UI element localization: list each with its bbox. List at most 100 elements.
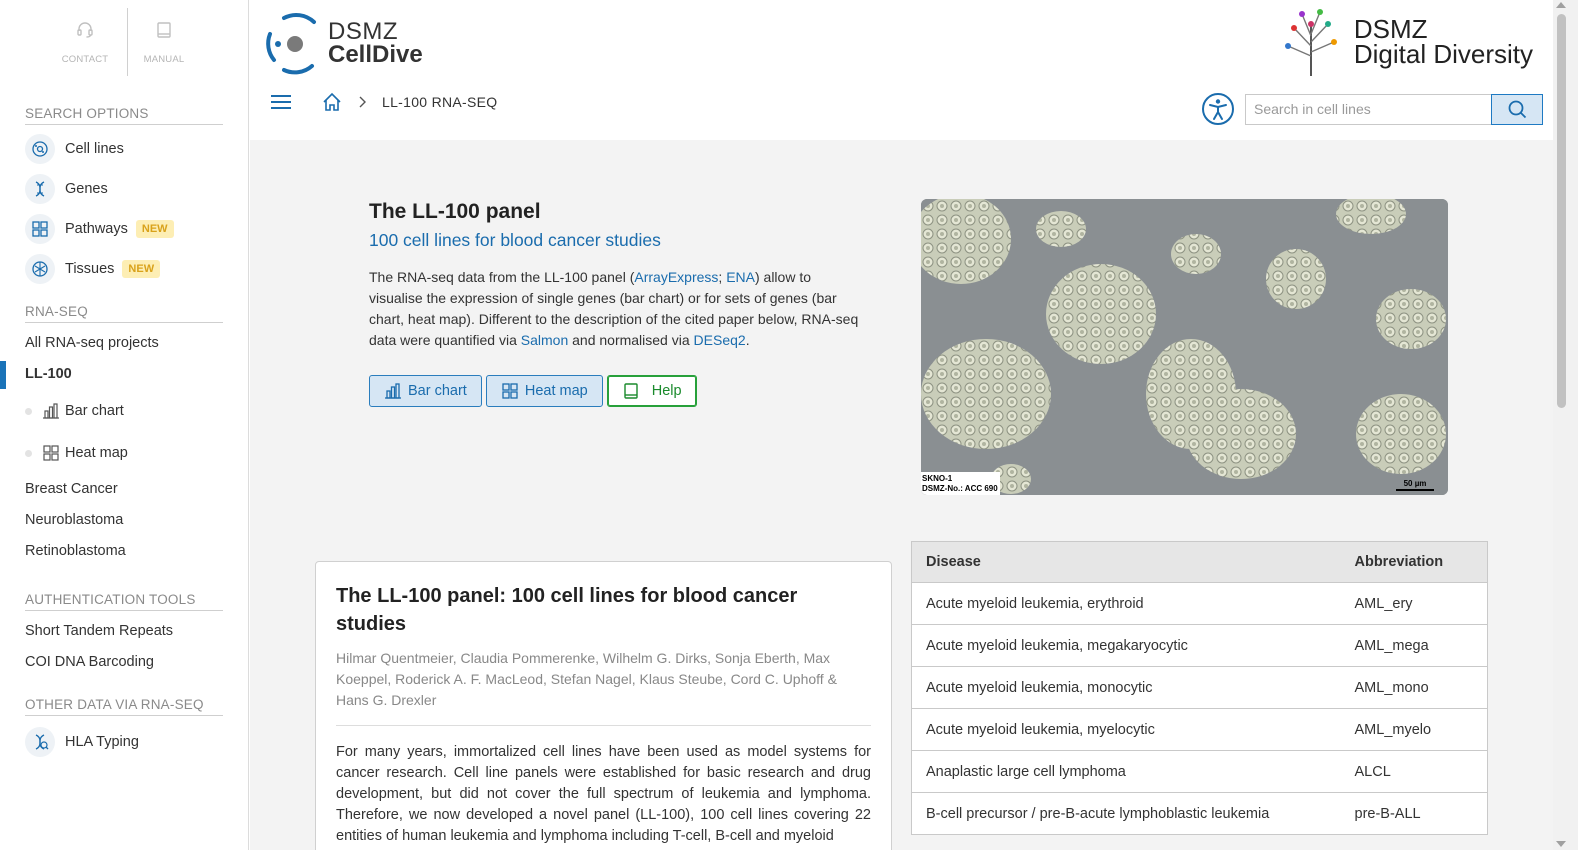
button-label: Heat map xyxy=(524,383,588,399)
top-links: CONTACT MANUAL xyxy=(0,8,248,76)
sidebar-subitem-heat-map[interactable]: Heat map xyxy=(0,432,248,474)
contact-link[interactable]: CONTACT xyxy=(43,8,128,76)
ena-link[interactable]: ENA xyxy=(726,269,755,285)
paper-authors: Hilmar Quentmeier, Claudia Pommerenke, W… xyxy=(336,648,871,726)
sidebar-item-tissues[interactable]: Tissues NEW xyxy=(0,249,248,289)
button-label: Help xyxy=(651,383,682,399)
scale-line xyxy=(1396,489,1434,491)
page-scrollbar[interactable] xyxy=(1553,0,1578,850)
bar-chart-button[interactable]: Bar chart xyxy=(369,375,482,407)
active-indicator xyxy=(0,361,6,389)
column-header-abbreviation[interactable]: Abbreviation xyxy=(1340,541,1488,583)
sidebar-item-ll100[interactable]: LL-100 xyxy=(0,359,248,390)
abbreviation-cell: ALCL xyxy=(1340,750,1488,793)
search-input[interactable] xyxy=(1245,93,1491,125)
column-header-disease[interactable]: Disease xyxy=(911,541,1341,583)
sidebar-item-all-rnaseq[interactable]: All RNA-seq projects xyxy=(0,328,248,359)
salmon-link[interactable]: Salmon xyxy=(521,332,568,348)
heat-map-icon xyxy=(502,383,518,399)
sidebar-item-label: Bar chart xyxy=(65,403,124,419)
scale-bar: 50 µm xyxy=(1396,479,1434,491)
digital-diversity-logo[interactable]: DSMZ Digital Diversity xyxy=(1276,6,1533,78)
breadcrumb-current: LL-100 RNA-SEQ xyxy=(382,94,498,110)
sidebar-subitem-bar-chart[interactable]: Bar chart xyxy=(0,390,248,432)
table-row: B-cell precursor / pre-B-acute lymphobla… xyxy=(911,792,1488,835)
table-row: Acute myeloid leukemia, megakaryocytic AM… xyxy=(911,624,1488,667)
table-row: Acute myeloid leukemia, erythroid AML_ery xyxy=(911,582,1488,625)
disease-cell: Acute myeloid leukemia, monocytic xyxy=(911,666,1341,709)
sidebar-item-coi[interactable]: COI DNA Barcoding xyxy=(0,647,248,678)
sidebar-item-cell-lines[interactable]: Cell lines xyxy=(0,129,248,169)
breadcrumb: LL-100 RNA-SEQ xyxy=(270,92,497,112)
headset-icon xyxy=(77,21,93,38)
sidebar-item-label: LL-100 xyxy=(25,366,72,382)
abbreviation-cell: pre-B-ALL xyxy=(1340,792,1488,835)
sidebar-item-label: HLA Typing xyxy=(65,734,139,750)
heat-map-icon xyxy=(43,445,59,461)
auth-heading: AUTHENTICATION TOOLS xyxy=(25,592,223,611)
scroll-up-icon[interactable] xyxy=(1556,2,1566,8)
caption-dsmz-no: DSMZ-No.: ACC 690 xyxy=(922,484,998,493)
deseq2-link[interactable]: DESeq2 xyxy=(694,332,746,348)
paper-card: The LL-100 panel: 100 cell lines for blo… xyxy=(315,561,892,850)
arrayexpress-link[interactable]: ArrayExpress xyxy=(634,269,718,285)
disease-table: Disease Abbreviation Acute myeloid leuke… xyxy=(911,541,1488,835)
search-button[interactable] xyxy=(1491,93,1543,125)
disease-cell: Acute myeloid leukemia, erythroid xyxy=(911,582,1341,625)
abbreviation-cell: AML_ery xyxy=(1340,582,1488,625)
cell-line-micrograph: SKNO-1 DSMZ-No.: ACC 690 50 µm xyxy=(921,199,1448,495)
action-buttons: Bar chart Heat map Help xyxy=(369,375,861,407)
disease-cell: B-cell precursor / pre-B-acute lymphobla… xyxy=(911,792,1341,835)
image-caption: SKNO-1 DSMZ-No.: ACC 690 xyxy=(921,472,1000,495)
brand-line2: CellDive xyxy=(328,41,423,68)
hamburger-menu-icon[interactable] xyxy=(270,93,292,111)
book-icon xyxy=(157,21,171,38)
sidebar-item-label: Cell lines xyxy=(65,141,124,157)
table-row: Acute myeloid leukemia, monocytic AML_mon… xyxy=(911,666,1488,709)
bullet-dot xyxy=(25,407,32,415)
pathway-icon xyxy=(25,214,55,244)
sidebar-item-neuroblastoma[interactable]: Neuroblastoma xyxy=(0,505,248,536)
sidebar-item-genes[interactable]: Genes xyxy=(0,169,248,209)
new-badge: NEW xyxy=(122,260,161,278)
dna-icon xyxy=(25,174,55,204)
help-button[interactable]: Help xyxy=(606,375,697,407)
sidebar-item-breast-cancer[interactable]: Breast Cancer xyxy=(0,474,248,505)
scroll-thumb[interactable] xyxy=(1557,14,1566,408)
dd-line2: Digital Diversity xyxy=(1353,39,1533,69)
tree-logo-icon xyxy=(1284,9,1337,76)
sidebar-item-retinoblastoma[interactable]: Retinoblastoma xyxy=(0,536,248,567)
page-subtitle: 100 cell lines for blood cancer studies xyxy=(369,230,661,250)
chevron-right-icon xyxy=(359,96,366,108)
scale-label: 50 µm xyxy=(1403,479,1427,488)
intro-text: . xyxy=(745,332,750,348)
paper-title[interactable]: The LL-100 panel: 100 cell lines for blo… xyxy=(336,582,871,638)
disease-cell: Acute myeloid leukemia, megakaryocytic xyxy=(911,624,1341,667)
abbreviation-cell: AML_myelo xyxy=(1340,708,1488,751)
search-icon xyxy=(1508,100,1527,119)
home-icon[interactable] xyxy=(322,92,342,112)
sidebar-item-str[interactable]: Short Tandem Repeats xyxy=(0,616,248,647)
manual-link[interactable]: MANUAL xyxy=(128,8,200,76)
search-bar xyxy=(1201,92,1543,126)
header: DSMZ CellDive DSMZ Digital Diversity LL-… xyxy=(250,0,1553,140)
table-header-row: Disease Abbreviation xyxy=(911,541,1488,583)
accessibility-icon[interactable] xyxy=(1201,92,1235,126)
new-badge: NEW xyxy=(135,220,174,238)
sidebar: CONTACT MANUAL SEARCH OPTIONS Cell lines… xyxy=(0,0,249,850)
other-heading: OTHER DATA VIA RNA-SEQ xyxy=(25,697,223,716)
page-title: The LL-100 panel xyxy=(369,200,541,223)
hla-icon xyxy=(25,727,55,757)
intro-text: The RNA-seq data from the LL-100 panel ( xyxy=(369,269,635,285)
disease-cell: Anaplastic large cell lymphoma xyxy=(911,750,1341,793)
sidebar-item-pathways[interactable]: Pathways NEW xyxy=(0,209,248,249)
paper-abstract: For many years, immortalized cell lines … xyxy=(336,744,871,844)
abbreviation-cell: AML_mega xyxy=(1340,624,1488,667)
celldive-logo[interactable]: DSMZ CellDive xyxy=(264,12,423,76)
scroll-down-icon[interactable] xyxy=(1556,841,1566,847)
sidebar-item-hla[interactable]: HLA Typing xyxy=(0,722,248,762)
sidebar-item-label: Genes xyxy=(65,181,108,197)
micrograph-picture xyxy=(921,199,1448,495)
heat-map-button[interactable]: Heat map xyxy=(485,375,603,407)
table-row: Anaplastic large cell lymphoma ALCL xyxy=(911,750,1488,793)
